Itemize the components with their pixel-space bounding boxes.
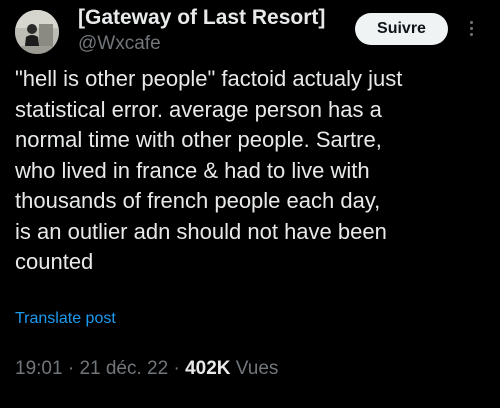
- more-dot: [469, 26, 473, 30]
- tweet-meta: 19:01 · 21 déc. 22 · 402K Vues: [15, 358, 278, 380]
- tweet-line: "hell is other people" factoid actualy j…: [15, 66, 403, 91]
- tweet-line: who lived in france & had to live with: [15, 157, 370, 183]
- more-options-icon[interactable]: [459, 15, 483, 41]
- tweet-line: statistical error. average person has a: [15, 96, 382, 122]
- author-display-name[interactable]: [Gateway of Last Resort]: [78, 6, 325, 30]
- tweet-text: "hell is other people" factoid actualy j…: [15, 64, 485, 278]
- tweet-line: is an outlier adn should not have been: [15, 218, 387, 244]
- tweet-time[interactable]: 19:01: [15, 358, 63, 379]
- follow-button[interactable]: Suivre: [355, 13, 448, 45]
- views-count: 402K: [185, 358, 231, 379]
- views-label: Vues: [235, 358, 279, 379]
- avatar[interactable]: [15, 10, 59, 54]
- avatar-image: [15, 10, 59, 54]
- tweet-line: counted: [15, 249, 94, 274]
- tweet-line: thousands of french people each day,: [15, 188, 381, 213]
- tweet-date[interactable]: 21 déc. 22: [79, 358, 168, 379]
- meta-separator: ·: [67, 358, 75, 379]
- more-dot: [469, 20, 473, 24]
- tweet-line: normal time with other people. Sartre,: [15, 127, 382, 152]
- more-dot: [469, 32, 473, 36]
- translate-post-link[interactable]: Translate post: [15, 310, 116, 328]
- author-handle[interactable]: @Wxcafe: [78, 33, 161, 55]
- meta-separator: ·: [173, 358, 180, 379]
